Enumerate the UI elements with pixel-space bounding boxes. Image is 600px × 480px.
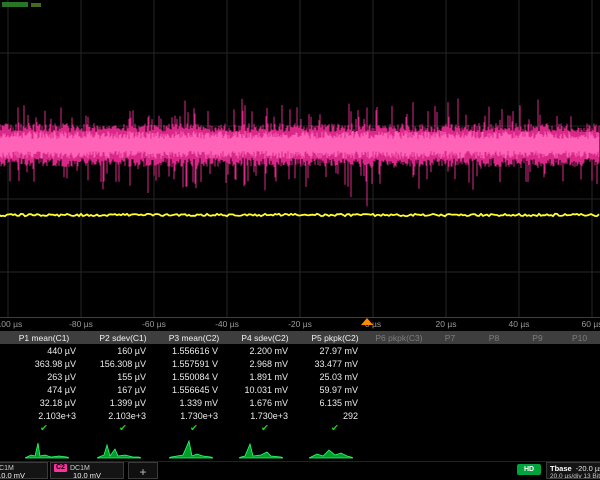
time-axis-label: -100 µs: [0, 319, 22, 329]
status-check-icon: ✔: [230, 423, 300, 434]
time-axis-label: 20 µs: [436, 319, 457, 329]
meas-header-p9[interactable]: P9: [516, 333, 559, 343]
meas-status-row: ✔✔✔✔✔: [0, 422, 600, 435]
meas-value: 440 µV: [0, 346, 88, 356]
meas-value: 33.477 mV: [300, 359, 370, 369]
descriptor-bar: C1 DC1M 10.0 mV C2 DC1M 10.0 mV + HD Tba…: [0, 461, 600, 480]
meas-row-2: 363.98 µV156.308 µV1.557591 V2.968 mV33.…: [0, 357, 600, 370]
histicon-p5[interactable]: [309, 437, 353, 459]
meas-value: 2.103e+3: [88, 411, 158, 421]
time-axis: -100 µs-80 µs-60 µs-40 µs-20 µs0 µs20 µs…: [0, 319, 600, 331]
plus-icon: +: [139, 465, 146, 479]
histicon-row: [0, 436, 600, 460]
meas-row-4: 474 µV167 µV1.556645 V10.031 mV59.97 mV: [0, 383, 600, 396]
meas-value: 1.676 mV: [230, 398, 300, 408]
timebase-delay: -20.0 µs: [576, 464, 600, 473]
meas-value: 156.308 µV: [88, 359, 158, 369]
meas-header-p3[interactable]: P3 mean(C2): [158, 333, 230, 343]
timebase-settings: 20.0 µs/div 13 Bits: [550, 473, 600, 479]
meas-value: 10.031 mV: [230, 385, 300, 395]
meas-value: 160 µV: [88, 346, 158, 356]
channel-descriptor-c2[interactable]: C2 DC1M 10.0 mV: [50, 462, 124, 479]
meas-row-1: 440 µV160 µV1.556616 V2.200 mV27.97 mV: [0, 344, 600, 357]
histicon-p3[interactable]: [169, 437, 213, 459]
meas-header-p2[interactable]: P2 sdev(C1): [88, 333, 158, 343]
meas-header-p1[interactable]: P1 mean(C1): [0, 333, 88, 343]
meas-value: 167 µV: [88, 385, 158, 395]
meas-value: 155 µV: [88, 372, 158, 382]
meas-header-p8[interactable]: P8: [472, 333, 516, 343]
meas-value: 1.891 mV: [230, 372, 300, 382]
meas-header-p10[interactable]: P10: [559, 333, 600, 343]
status-check-icon: ✔: [0, 423, 88, 434]
time-axis-label: -40 µs: [215, 319, 239, 329]
clipped-header-text-fragment: [2, 2, 28, 7]
hd-mode-badge: HD: [517, 464, 541, 475]
time-axis-label: -80 µs: [69, 319, 93, 329]
meas-value: 6.135 mV: [300, 398, 370, 408]
meas-header-p7[interactable]: P7: [428, 333, 472, 343]
meas-value: 1.399 µV: [88, 398, 158, 408]
oscilloscope-screen: -100 µs-80 µs-60 µs-40 µs-20 µs0 µs20 µs…: [0, 0, 600, 480]
meas-value: 1.556616 V: [158, 346, 230, 356]
meas-value: 59.97 mV: [300, 385, 370, 395]
meas-value: 32.18 µV: [0, 398, 88, 408]
meas-value: 1.730e+3: [158, 411, 230, 421]
time-axis-label: -60 µs: [142, 319, 166, 329]
meas-header-p5[interactable]: P5 pkpk(C2): [300, 333, 370, 343]
meas-value: 1.339 mV: [158, 398, 230, 408]
histicon-shape: [97, 445, 141, 458]
time-axis-label: 60 µs: [582, 319, 600, 329]
clipped-header-text-fragment: [31, 3, 41, 7]
meas-value: 2.103e+3: [0, 411, 88, 421]
meas-row-3: 263 µV155 µV1.550084 V1.891 mV25.03 mV: [0, 370, 600, 383]
meas-header-p4[interactable]: P4 sdev(C2): [230, 333, 300, 343]
status-check-icon: ✔: [158, 423, 230, 434]
histicon-shape: [239, 444, 283, 458]
histicon-p2[interactable]: [97, 437, 141, 459]
trigger-position-marker[interactable]: [361, 318, 373, 325]
meas-value: 2.200 mV: [230, 346, 300, 356]
measurement-header-row: P1 mean(C1)P2 sdev(C1)P3 mean(C2)P4 sdev…: [0, 331, 600, 344]
waveform-grid[interactable]: [0, 0, 600, 318]
meas-value: 1.550084 V: [158, 372, 230, 382]
c1-scale: 10.0 mV: [0, 472, 44, 480]
histicon-shape: [25, 443, 69, 458]
meas-value: 474 µV: [0, 385, 88, 395]
channel-descriptor-c1[interactable]: C1 DC1M 10.0 mV: [0, 462, 48, 479]
meas-value: 2.968 mV: [230, 359, 300, 369]
measurement-rows: 440 µV160 µV1.556616 V2.200 mV27.97 mV36…: [0, 344, 600, 435]
meas-value: 1.556645 V: [158, 385, 230, 395]
measurement-table: P1 mean(C1)P2 sdev(C1)P3 mean(C2)P4 sdev…: [0, 331, 600, 435]
meas-value: 25.03 mV: [300, 372, 370, 382]
time-axis-label: -20 µs: [288, 319, 312, 329]
add-trace-button[interactable]: +: [128, 462, 158, 479]
meas-value: 263 µV: [0, 372, 88, 382]
histicon-p1[interactable]: [25, 437, 69, 459]
c2-chip: C2: [54, 464, 67, 472]
status-check-icon: ✔: [300, 423, 370, 434]
meas-value: 363.98 µV: [0, 359, 88, 369]
histicon-p4[interactable]: [239, 437, 283, 459]
meas-value: 1.557591 V: [158, 359, 230, 369]
histicon-shape: [169, 441, 213, 458]
meas-value: 1.730e+3: [230, 411, 300, 421]
time-axis-label: 40 µs: [509, 319, 530, 329]
status-check-icon: ✔: [88, 423, 158, 434]
meas-value: 292: [300, 411, 370, 421]
meas-row-6: 2.103e+32.103e+31.730e+31.730e+3292: [0, 409, 600, 422]
meas-value: 27.97 mV: [300, 346, 370, 356]
timebase-label: Tbase: [550, 464, 572, 473]
histicon-shape: [309, 450, 353, 458]
meas-row-5: 32.18 µV1.399 µV1.339 mV1.676 mV6.135 mV: [0, 396, 600, 409]
timebase-descriptor[interactable]: Tbase -20.0 µs 20.0 µs/div 13 Bits: [546, 462, 600, 479]
c2-scale: 10.0 mV: [54, 472, 120, 480]
meas-header-p6[interactable]: P6 pkpk(C3): [370, 333, 428, 343]
